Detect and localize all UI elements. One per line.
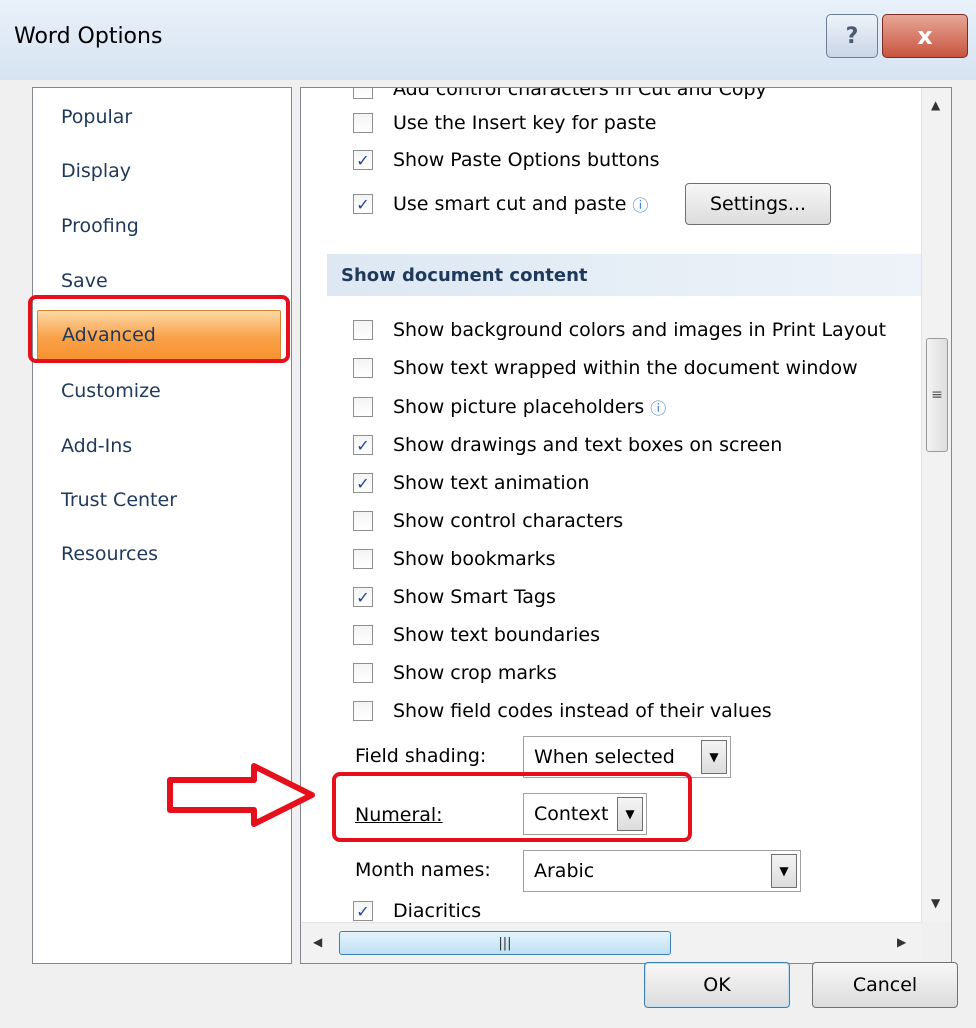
checkbox-checked[interactable]: ✓: [353, 194, 373, 214]
month-names-select[interactable]: Arabic ▼: [523, 850, 801, 892]
checkbox-checked[interactable]: ✓: [353, 150, 373, 170]
nav-item-trust-center[interactable]: Trust Center: [61, 489, 177, 511]
highlight-numeral: [332, 772, 692, 842]
scroll-up-icon[interactable]: ▲: [931, 98, 940, 112]
checkbox-checked[interactable]: ✓: [353, 473, 373, 493]
option-paste-options-buttons[interactable]: ✓ Show Paste Options buttons: [353, 145, 660, 175]
checkbox[interactable]: [353, 358, 373, 378]
option-picture-placeholders[interactable]: Show picture placeholders ⓘ: [353, 392, 666, 422]
option-crop-marks[interactable]: Show crop marks: [353, 658, 557, 688]
month-names-label: Month names:: [355, 859, 491, 881]
option-text-boundaries[interactable]: Show text boundaries: [353, 620, 600, 650]
info-icon: ⓘ: [650, 399, 667, 418]
checkbox[interactable]: [353, 397, 373, 417]
vertical-scrollbar[interactable]: ▲ ≡ ▼: [921, 88, 951, 922]
highlight-advanced: [28, 295, 290, 363]
nav-item-save[interactable]: Save: [61, 270, 108, 292]
info-icon: ⓘ: [632, 196, 649, 215]
nav-item-proofing[interactable]: Proofing: [61, 215, 139, 237]
option-smart-tags[interactable]: ✓ Show Smart Tags: [353, 582, 556, 612]
option-text-wrapped[interactable]: Show text wrapped within the document wi…: [353, 353, 858, 383]
nav-item-customize[interactable]: Customize: [61, 380, 161, 402]
checkbox-checked[interactable]: ✓: [353, 587, 373, 607]
close-button[interactable]: x: [882, 14, 968, 58]
checkbox-checked[interactable]: ✓: [353, 901, 373, 921]
scroll-left-icon[interactable]: ◀: [313, 935, 322, 949]
chevron-down-icon[interactable]: ▼: [771, 854, 797, 888]
option-control-characters[interactable]: Show control characters: [353, 506, 623, 536]
horizontal-scroll-thumb[interactable]: |||: [339, 931, 671, 955]
horizontal-scrollbar[interactable]: ◀ ||| ▶: [301, 922, 921, 963]
option-drawings-text-boxes[interactable]: ✓ Show drawings and text boxes on screen: [353, 430, 782, 460]
arrow-right-icon: [167, 763, 315, 827]
checkbox[interactable]: [353, 320, 373, 340]
option-text-animation[interactable]: ✓ Show text animation: [353, 468, 589, 498]
nav-item-resources[interactable]: Resources: [61, 543, 158, 565]
vertical-scroll-thumb[interactable]: ≡: [926, 338, 948, 452]
help-button[interactable]: ?: [826, 14, 878, 58]
settings-button[interactable]: Settings...: [685, 183, 831, 225]
checkbox[interactable]: [353, 511, 373, 531]
checkbox[interactable]: [353, 88, 373, 99]
ok-button[interactable]: OK: [644, 962, 790, 1008]
checkbox[interactable]: [353, 701, 373, 721]
option-smart-cut-paste[interactable]: ✓ Use smart cut and paste ⓘ: [353, 189, 648, 219]
option-add-control-chars[interactable]: Add control characters in Cut and Copy: [353, 88, 767, 104]
checkbox-checked[interactable]: ✓: [353, 435, 373, 455]
checkbox[interactable]: [353, 663, 373, 683]
close-icon: x: [917, 22, 933, 50]
scroll-corner: [921, 922, 951, 962]
nav-item-display[interactable]: Display: [61, 160, 131, 182]
option-bookmarks[interactable]: Show bookmarks: [353, 544, 555, 574]
chevron-down-icon[interactable]: ▼: [701, 740, 727, 774]
scroll-down-icon[interactable]: ▼: [931, 896, 940, 910]
options-nav: Popular Display Proofing Save Advanced C…: [32, 87, 292, 964]
option-background-colors[interactable]: Show background colors and images in Pri…: [353, 315, 886, 345]
title-bar: Word Options ? x: [0, 0, 976, 80]
nav-item-add-ins[interactable]: Add-Ins: [61, 435, 132, 457]
field-shading-label: Field shading:: [355, 745, 487, 767]
option-insert-key-paste[interactable]: Use the Insert key for paste: [353, 108, 657, 138]
nav-item-popular[interactable]: Popular: [61, 106, 132, 128]
checkbox[interactable]: [353, 549, 373, 569]
help-icon: ?: [845, 23, 859, 49]
scroll-right-icon[interactable]: ▶: [897, 935, 906, 949]
option-field-codes[interactable]: Show field codes instead of their values: [353, 696, 772, 726]
cancel-button[interactable]: Cancel: [812, 962, 958, 1008]
window-title: Word Options: [14, 24, 163, 49]
section-header-show-document-content: Show document content: [327, 254, 921, 296]
checkbox[interactable]: [353, 113, 373, 133]
checkbox[interactable]: [353, 625, 373, 645]
